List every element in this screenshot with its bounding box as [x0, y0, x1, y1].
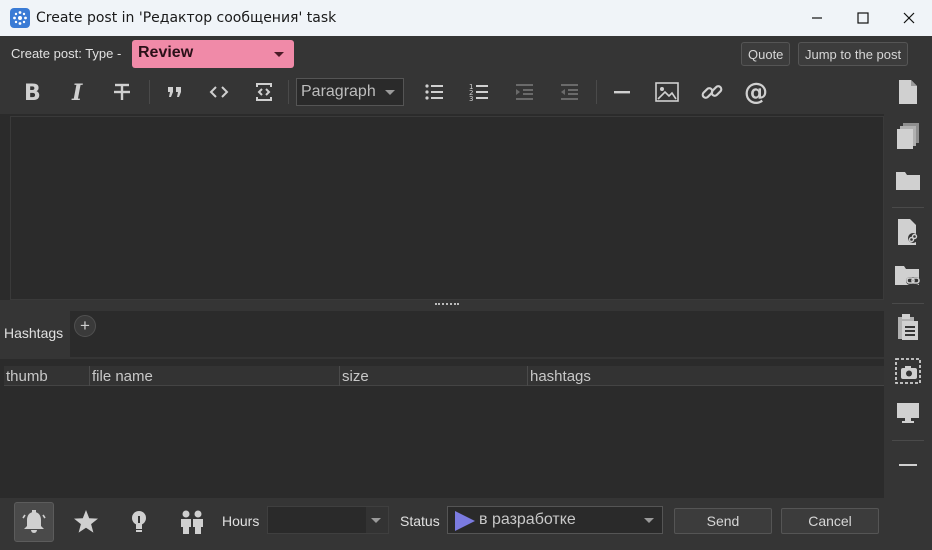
blockquote-icon[interactable]	[160, 78, 190, 106]
status-value: в разработке	[479, 511, 576, 528]
hashtags-row: Hashtags +	[0, 309, 884, 359]
bold-icon[interactable]: B	[17, 78, 47, 106]
new-file-icon[interactable]	[894, 77, 922, 107]
paragraph-style-value: Paragraph	[301, 83, 376, 100]
maximize-icon[interactable]	[840, 0, 886, 36]
link-icon[interactable]	[697, 78, 727, 106]
indent-icon[interactable]	[509, 78, 539, 106]
clipboard-icon[interactable]	[894, 312, 922, 342]
post-type-bar: Create post: Type - Review Quote Jump to…	[0, 36, 932, 70]
copy-files-icon[interactable]	[894, 121, 922, 151]
plus-icon: +	[80, 316, 90, 335]
sidebar-divider	[892, 440, 924, 441]
monitor-icon[interactable]	[894, 398, 922, 428]
play-icon	[455, 511, 475, 531]
jump-to-post-button[interactable]: Jump to the post	[798, 42, 909, 66]
title-bar: Create post in 'Редактор сообщения' task	[0, 0, 932, 36]
screenshot-icon[interactable]	[894, 356, 922, 386]
send-button[interactable]: Send	[674, 508, 772, 534]
hours-input[interactable]	[267, 506, 389, 534]
type-select[interactable]: Review	[132, 40, 294, 68]
footer-bar: Hours Status в разработке Send Cancel	[0, 498, 932, 550]
hashtags-area: +	[70, 311, 884, 357]
post-editor[interactable]	[10, 116, 884, 300]
toolbar-divider	[288, 80, 289, 104]
type-value: Review	[138, 44, 194, 61]
bell-icon[interactable]	[14, 502, 54, 542]
quote-button[interactable]: Quote	[741, 42, 791, 66]
app-logo-icon	[10, 8, 30, 28]
italic-icon[interactable]: I	[62, 78, 92, 106]
paragraph-style-select[interactable]: Paragraph	[296, 78, 404, 106]
right-sidebar	[884, 70, 932, 498]
editor-splitter[interactable]	[0, 300, 884, 309]
column-header-thumb[interactable]: thumb	[4, 366, 90, 386]
chevron-down-icon	[274, 52, 284, 57]
minimize-icon[interactable]	[794, 0, 840, 36]
people-icon[interactable]	[172, 502, 212, 542]
toolbar-divider	[596, 80, 597, 104]
code-icon[interactable]	[204, 78, 234, 106]
column-header-size[interactable]: size	[340, 366, 528, 386]
bullet-list-icon[interactable]	[419, 78, 449, 106]
folder-icon[interactable]	[894, 165, 922, 195]
outdent-icon[interactable]	[554, 78, 584, 106]
svg-text:B: B	[24, 81, 41, 103]
status-label: Status	[400, 513, 440, 529]
strikethrough-icon[interactable]	[107, 78, 137, 106]
cancel-button[interactable]: Cancel	[781, 508, 879, 534]
svg-text:3: 3	[469, 95, 473, 103]
lightbulb-icon[interactable]	[119, 502, 159, 542]
hours-label: Hours	[222, 513, 260, 529]
svg-text:I: I	[71, 81, 83, 103]
svg-text:@: @	[744, 79, 768, 105]
star-icon[interactable]	[66, 502, 106, 542]
numbered-list-icon[interactable]: 123	[464, 78, 494, 106]
minus-icon[interactable]	[894, 450, 922, 480]
hours-dropdown-button[interactable]	[366, 507, 388, 533]
mention-icon[interactable]: @	[742, 78, 772, 106]
table-header: thumb file name size hashtags	[4, 366, 884, 386]
hashtags-label: Hashtags	[4, 325, 64, 341]
code-block-icon[interactable]	[249, 78, 279, 106]
toolbar-divider	[149, 80, 150, 104]
splitter-grip-icon	[435, 303, 459, 305]
chevron-down-icon	[644, 518, 654, 523]
type-label: Create post: Type -	[11, 46, 122, 61]
format-toolbar: B I 123 @	[0, 70, 884, 114]
status-select[interactable]: в разработке	[447, 506, 663, 534]
column-header-hashtags[interactable]: hashtags	[528, 366, 884, 386]
attachments-table: thumb file name size hashtags	[4, 366, 884, 496]
sidebar-divider	[892, 303, 924, 304]
chevron-down-icon	[371, 518, 381, 523]
horizontal-rule-icon[interactable]	[607, 78, 637, 106]
folder-link-icon[interactable]	[894, 261, 922, 291]
add-hashtag-button[interactable]: +	[74, 315, 96, 337]
column-header-file-name[interactable]: file name	[90, 366, 340, 386]
close-icon[interactable]	[886, 0, 932, 36]
window-title: Create post in 'Редактор сообщения' task	[36, 10, 337, 26]
sidebar-divider	[892, 207, 924, 208]
file-link-icon[interactable]	[894, 217, 922, 247]
chevron-down-icon	[385, 90, 395, 95]
image-icon[interactable]	[652, 78, 682, 106]
